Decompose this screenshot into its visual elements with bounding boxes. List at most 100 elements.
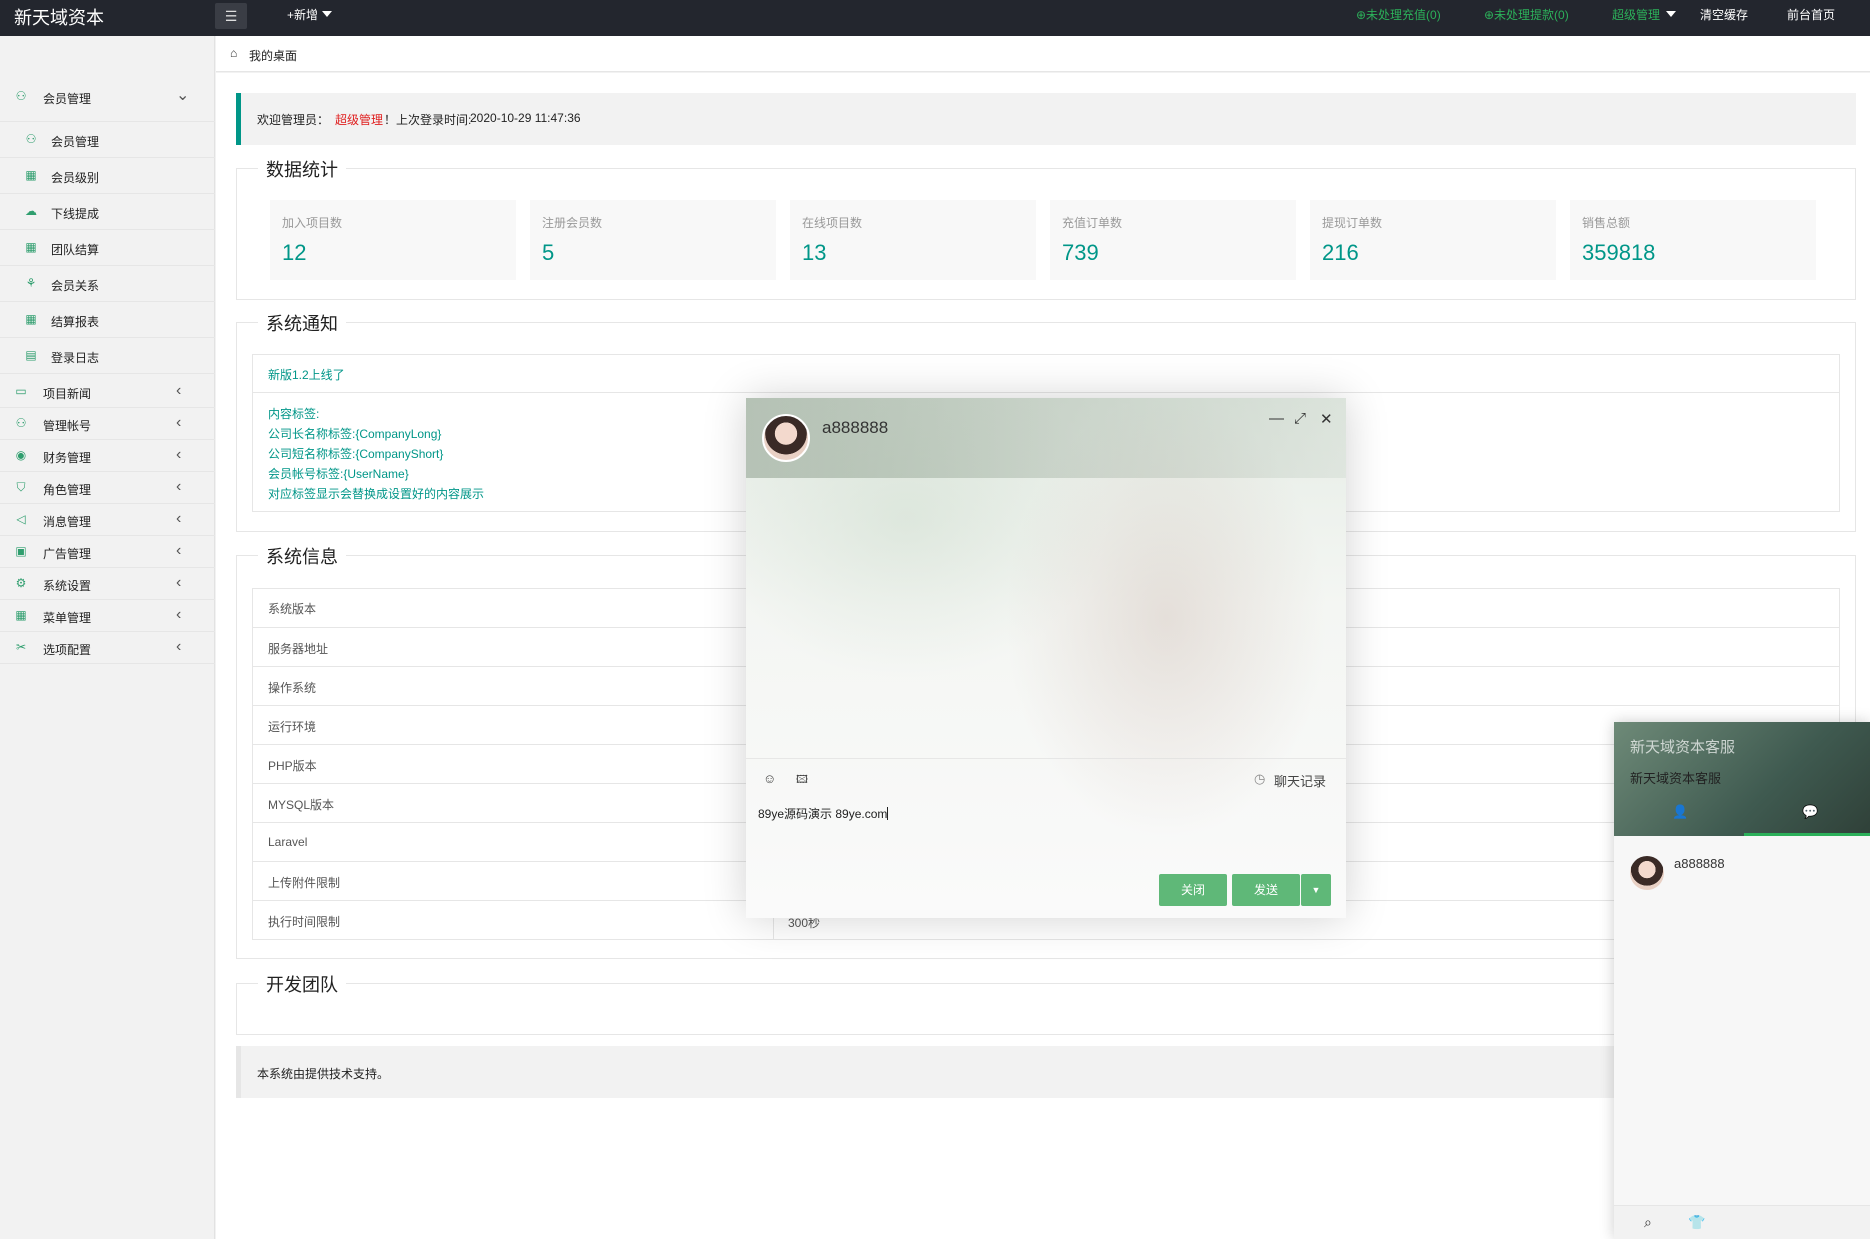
notice-line: 内容标签: — [268, 407, 320, 421]
chevron-down-icon: ⌄ — [176, 87, 190, 104]
contact-avatar — [1630, 856, 1664, 890]
home-icon[interactable]: ⌂ — [230, 46, 237, 60]
notice-line: 公司长名称标签:{CompanyLong} — [268, 427, 442, 441]
sidebar-item[interactable]: ▦ 团队结算 — [0, 230, 215, 266]
send-button[interactable]: 发送 — [1232, 874, 1300, 906]
sidebar-item-label: 系统设置 — [43, 579, 92, 593]
minimize-icon[interactable]: — — [1269, 410, 1284, 427]
sidebar-item-label: 项目新闻 — [43, 387, 92, 401]
emoji-icon[interactable]: ☺ — [763, 771, 776, 786]
stat-label: 注册会员数 — [542, 216, 603, 230]
chevron-left-icon: ‹ — [176, 414, 182, 431]
skin-icon[interactable]: 👕 — [1688, 1214, 1705, 1231]
chevron-left-icon: ‹ — [176, 446, 182, 463]
unprocessed-withdraw-link[interactable]: ⊕未处理提款(0) — [1484, 6, 1569, 23]
stat-label: 充值订单数 — [1062, 216, 1123, 230]
stat-card: 销售总额 359818 — [1570, 200, 1816, 280]
sidebar-item[interactable]: ⛉ 角色管理 ‹ — [0, 472, 215, 504]
add-new-dropdown[interactable]: +新增 — [287, 6, 333, 23]
menu-toggle-icon[interactable]: ☰ — [215, 3, 247, 29]
cs-contact-name[interactable]: a888888 — [1674, 856, 1725, 871]
close-chat-button[interactable]: 关闭 — [1159, 874, 1227, 906]
sysinfo-key: 上传附件限制 — [268, 876, 341, 890]
search-icon[interactable]: ⌕ — [1644, 1214, 1652, 1231]
close-icon[interactable]: ✕ — [1320, 410, 1333, 428]
sysinfo-key: 服务器地址 — [268, 642, 329, 656]
history-icon: ◷ — [1254, 771, 1266, 786]
sysinfo-key: 运行环境 — [268, 720, 317, 734]
add-new-label: +新增 — [287, 8, 319, 22]
sidebar-item[interactable]: ✂ 选项配置 ‹ — [0, 632, 215, 664]
contact-avatar — [762, 414, 810, 462]
sidebar-item[interactable]: ⚇ 管理帐号 ‹ — [0, 408, 215, 440]
sidebar-item[interactable]: ▤ 登录日志 — [0, 338, 215, 374]
stat-label: 在线项目数 — [802, 216, 863, 230]
users-icon: ⚇ — [15, 416, 27, 430]
shield-icon: ⛉ — [16, 480, 26, 494]
sidebar-item[interactable]: ▭ 项目新闻 ‹ — [0, 376, 215, 408]
super-admin-label: 超级管理 — [1612, 8, 1661, 22]
sidebar-item[interactable]: ▦ 结算报表 — [0, 302, 215, 338]
cs-subtitle: 新天域资本客服 — [1630, 771, 1722, 786]
sysinfo-key: 操作系统 — [268, 681, 317, 695]
tab-chat-icon[interactable]: 💬 — [1802, 804, 1818, 820]
sidebar-item[interactable]: ◉ 财务管理 ‹ — [0, 440, 215, 472]
sidebar-item[interactable]: ▦ 会员级别 — [0, 158, 215, 194]
image-icon[interactable]: 🖾 — [796, 771, 808, 790]
stat-label: 销售总额 — [1582, 216, 1631, 230]
chat-message-input[interactable]: 89ye源码演示 89ye.com — [758, 805, 889, 822]
chevron-left-icon: ‹ — [176, 542, 182, 559]
sysinfo-title: 系统信息 — [258, 543, 346, 569]
maximize-icon[interactable]: ⤢ — [1294, 410, 1306, 427]
welcome-middle: ！上次登录时间: — [384, 113, 472, 127]
sidebar-item-label: 选项配置 — [43, 643, 92, 657]
clear-cache-link[interactable]: 清空缓存 — [1700, 6, 1748, 23]
sidebar-item[interactable]: ⚇ 会员管理 ⌄ — [0, 81, 215, 122]
sidebar-item[interactable]: ⚇ 会员管理 — [0, 122, 215, 158]
chat-header[interactable] — [746, 398, 1346, 478]
chat-history-link[interactable]: 聊天记录 — [1274, 771, 1326, 790]
notice-divider — [236, 322, 1856, 323]
stat-value: 12 — [282, 240, 307, 265]
team-title: 开发团队 — [258, 971, 346, 997]
sidebar-item-label: 登录日志 — [51, 351, 100, 365]
stat-value: 739 — [1062, 240, 1099, 265]
stats-divider — [236, 168, 1856, 169]
chevron-left-icon: ‹ — [176, 382, 182, 399]
welcome-role: 超级管理 — [335, 113, 384, 127]
notice-line: 对应标签显示会替换成设置好的内容展示 — [268, 487, 485, 501]
sidebar-item[interactable]: ▣ 广告管理 ‹ — [0, 536, 215, 568]
calendar-icon: ▤ — [25, 348, 37, 362]
sidebar-item-label: 团队结算 — [51, 243, 100, 257]
caret-down-icon — [1666, 11, 1677, 17]
customer-service-panel[interactable]: 新天域资本客服 新天域资本客服 👤 💬 a888888 ⌕ 👕 — [1614, 722, 1870, 1239]
sysinfo-key: 执行时间限制 — [268, 915, 341, 929]
super-admin-dropdown[interactable]: 超级管理 — [1612, 6, 1677, 23]
sidebar-item[interactable]: ⚘ 会员关系 — [0, 266, 215, 302]
sidebar-item-label: 下线提成 — [51, 207, 100, 221]
notice-title: 系统通知 — [258, 310, 346, 336]
chevron-left-icon: ‹ — [176, 510, 182, 527]
chat-contact-name: a888888 — [822, 418, 889, 437]
unprocessed-recharge-link[interactable]: ⊕未处理充值(0) — [1356, 6, 1441, 23]
chat-window[interactable]: a888888 — ⤢ ✕ ☺ 🖾 ◷ 聊天记录 89ye源码演示 89ye.c… — [746, 398, 1346, 918]
sidebar-item-label: 角色管理 — [43, 483, 92, 497]
sidebar-item[interactable]: ☁ 下线提成 — [0, 194, 215, 230]
notice-headline[interactable]: 新版1.2上线了 — [268, 366, 345, 383]
sidebar-item[interactable]: ⚙ 系统设置 ‹ — [0, 568, 215, 600]
tree-icon: ⚘ — [25, 276, 37, 290]
breadcrumb-my-desk[interactable]: 我的桌面 — [249, 47, 297, 64]
sidebar-item-label: 会员管理 — [43, 92, 92, 106]
send-options-dropdown[interactable]: ▼ — [1301, 874, 1331, 906]
stat-value: 359818 — [1582, 240, 1656, 265]
grid-icon: ▦ — [25, 240, 37, 254]
stat-card: 在线项目数 13 — [790, 200, 1036, 280]
sidebar-item[interactable]: ◁ 消息管理 ‹ — [0, 504, 215, 536]
ad-icon: ▣ — [15, 544, 27, 558]
caret-down-icon — [322, 11, 333, 17]
sidebar-item[interactable]: ▦ 菜单管理 ‹ — [0, 600, 215, 632]
chevron-left-icon: ‹ — [176, 638, 182, 655]
frontend-home-link[interactable]: 前台首页 — [1787, 6, 1835, 23]
brand-title[interactable]: 新天域资本 — [14, 4, 104, 30]
tab-contacts-icon[interactable]: 👤 — [1672, 804, 1688, 820]
